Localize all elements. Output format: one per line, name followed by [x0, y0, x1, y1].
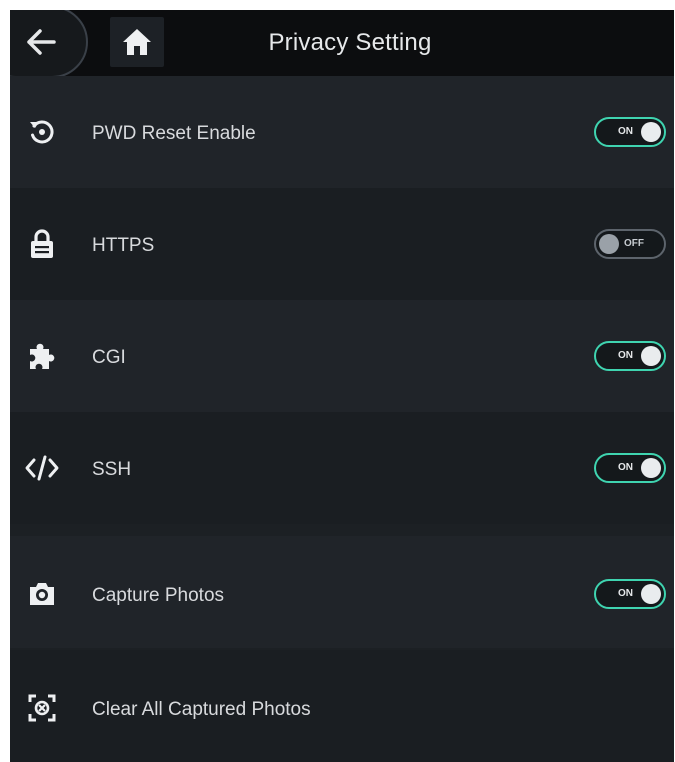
setting-row-https: HTTPS OFF [10, 188, 674, 300]
camera-icon [22, 574, 62, 614]
lock-icon [22, 224, 62, 264]
toggle-state-label: ON [618, 588, 633, 599]
pwd-reset-toggle[interactable]: ON [594, 117, 666, 147]
page-title: Privacy Setting [268, 29, 432, 56]
puzzle-icon [22, 336, 62, 376]
toggle-knob [641, 122, 661, 142]
toggle-knob [599, 234, 619, 254]
reset-icon [22, 112, 62, 152]
setting-row-pwd-reset: PWD Reset Enable ON [10, 76, 674, 188]
toggle-state-label: ON [618, 126, 633, 137]
setting-label-ssh: SSH [92, 459, 132, 480]
setting-label-capture-photos: Capture Photos [92, 585, 225, 606]
https-toggle[interactable]: OFF [594, 229, 666, 259]
arrow-left-icon [27, 29, 56, 55]
privacy-setting-screen: Privacy Setting PWD Reset Enable ON HTTP… [10, 10, 674, 762]
toggle-knob [641, 584, 661, 604]
home-icon [123, 29, 151, 55]
setting-label-clear-photos: Clear All Captured Photos [92, 699, 311, 720]
cgi-toggle[interactable]: ON [594, 341, 666, 371]
setting-row-ssh: SSH ON [10, 412, 674, 524]
setting-row-clear-photos[interactable]: Clear All Captured Photos [10, 650, 674, 762]
capture-photos-toggle[interactable]: ON [594, 579, 666, 609]
back-button[interactable] [10, 10, 88, 78]
home-button[interactable] [110, 17, 164, 67]
code-icon [22, 448, 62, 488]
setting-label-cgi: CGI [92, 347, 126, 368]
setting-row-capture-photos: Capture Photos ON [10, 536, 674, 648]
setting-label-pwd-reset: PWD Reset Enable [92, 123, 256, 144]
toggle-state-label: ON [618, 350, 633, 361]
toggle-knob [641, 458, 661, 478]
toggle-state-label: OFF [624, 238, 644, 249]
ssh-toggle[interactable]: ON [594, 453, 666, 483]
toggle-state-label: ON [618, 462, 633, 473]
setting-label-https: HTTPS [92, 235, 155, 256]
header-bar: Privacy Setting [10, 10, 674, 78]
clear-photos-icon [22, 688, 62, 728]
setting-row-cgi: CGI ON [10, 300, 674, 412]
toggle-knob [641, 346, 661, 366]
